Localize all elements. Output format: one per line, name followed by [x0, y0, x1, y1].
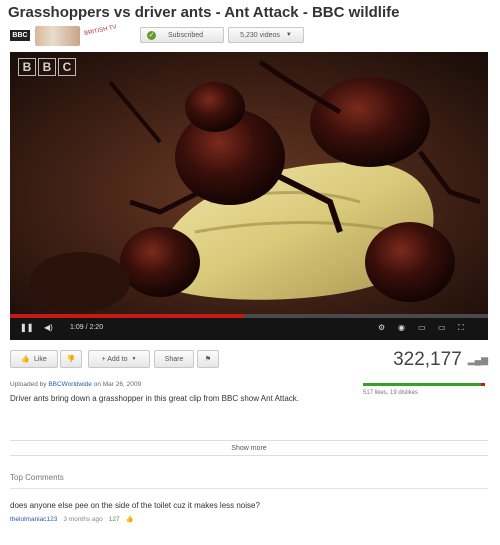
flag-button[interactable]: ⚑: [197, 350, 219, 368]
upload-info: Uploaded by BBCWorldwide on Mar 26, 2009: [10, 381, 141, 388]
fullscreen-icon[interactable]: ⛶: [458, 323, 464, 333]
uploader-link[interactable]: BBCWorldwide: [48, 381, 92, 388]
video-frame[interactable]: [10, 52, 488, 314]
share-label: Share: [164, 355, 184, 363]
progress-fill: [10, 314, 245, 318]
bbc-watermark: B B C: [18, 58, 76, 76]
flag-icon: ⚑: [204, 356, 212, 363]
watermark-letter: B: [38, 58, 56, 76]
comment-meta: thelolmaniac123 3 months ago 127 👍: [10, 515, 134, 524]
channel-logo[interactable]: BBC: [10, 30, 30, 41]
add-to-label: + Add to: [101, 355, 128, 363]
thumbs-up-icon[interactable]: 👍: [126, 515, 134, 523]
progress-bar[interactable]: [10, 314, 488, 318]
thumbs-up-icon: 👍: [21, 356, 30, 363]
subscribed-button[interactable]: ✓ Subscribed: [140, 27, 224, 43]
upload-date: on Mar 26, 2009: [93, 381, 142, 388]
like-ratio-bar: [363, 383, 485, 386]
dislike-button[interactable]: 👎: [60, 350, 82, 368]
gear-icon[interactable]: ⚙: [378, 323, 385, 332]
like-label: Like: [33, 355, 47, 363]
comment-time: 3 months ago: [63, 515, 103, 523]
chevron-down-icon: ▼: [131, 356, 137, 362]
comment-author-link[interactable]: thelolmaniac123: [10, 516, 57, 523]
watermark-letter: C: [58, 58, 76, 76]
time-display: 1:09 / 2:20: [70, 324, 104, 331]
share-button[interactable]: Share: [154, 350, 194, 368]
volume-icon[interactable]: ◀): [44, 323, 53, 332]
popout-icon[interactable]: ▭: [418, 323, 426, 332]
view-count: 322,177 ▂▄▆: [393, 349, 488, 371]
divider: [10, 488, 488, 489]
like-button[interactable]: 👍 Like: [10, 350, 58, 368]
comments-heading: Top Comments: [10, 473, 64, 482]
likes-dislikes-count: 517 likes, 19 dislikes: [363, 390, 419, 396]
view-count-value: 322,177: [393, 349, 462, 370]
watermark-letter: B: [18, 58, 36, 76]
videos-dropdown[interactable]: 5,230 videos ▼: [228, 27, 304, 43]
video-player[interactable]: B B C ❚❚ ◀) 1:09 / 2:20 ⚙ ◉ ▭ ▭ ⛶: [10, 52, 488, 340]
theater-mode-icon[interactable]: ▭: [438, 323, 446, 332]
add-to-button[interactable]: + Add to ▼: [88, 350, 150, 368]
comment-votes: 127: [108, 515, 120, 523]
thumbs-down-icon: 👎: [66, 356, 76, 363]
chevron-down-icon: ▼: [285, 32, 292, 38]
comment-text: does anyone else pee on the side of the …: [10, 501, 260, 510]
upload-prefix: Uploaded by: [10, 381, 47, 388]
channel-banner-thumbnail[interactable]: [35, 26, 80, 46]
annotations-icon[interactable]: ◉: [398, 323, 405, 332]
subscribed-label: Subscribed: [168, 31, 204, 39]
pause-icon[interactable]: ❚❚: [20, 323, 33, 332]
video-description: Driver ants bring down a grasshopper in …: [10, 394, 300, 403]
stats-icon[interactable]: ▂▄▆: [468, 355, 488, 366]
show-more-button[interactable]: Show more: [10, 440, 488, 456]
like-ratio-fill: [363, 383, 481, 386]
check-icon: ✓: [147, 30, 156, 40]
player-controls: ❚❚ ◀) 1:09 / 2:20 ⚙ ◉ ▭ ▭ ⛶: [10, 314, 488, 340]
video-title: Grasshoppers vs driver ants - Ant Attack…: [8, 4, 400, 21]
british-tv-label: BRITISH TV: [83, 24, 118, 38]
videos-count: 5,230 videos: [240, 31, 280, 39]
